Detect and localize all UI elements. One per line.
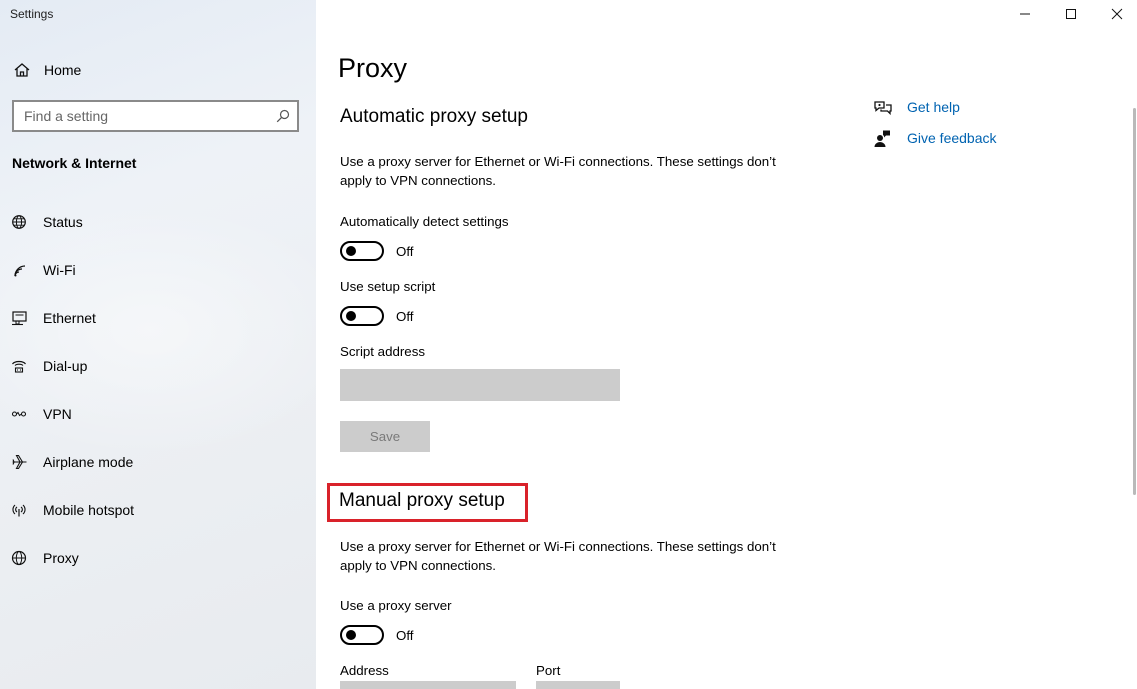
sidebar-item-airplane-mode[interactable]: Airplane mode [0,444,316,480]
globe-icon [11,550,27,566]
give-feedback-label: Give feedback [907,130,997,146]
port-input[interactable] [536,681,620,689]
maximize-button[interactable] [1048,0,1094,30]
app-title: Settings [10,7,54,21]
ethernet-icon [12,311,27,326]
sidebar-item-label: VPN [43,406,72,422]
sidebar-item-wifi[interactable]: Wi-Fi [0,252,316,288]
help-chat-icon [874,101,892,116]
port-label: Port [536,663,561,678]
dialup-icon [12,360,26,373]
use-proxy-label: Use a proxy server [340,598,452,613]
hotspot-icon [12,504,26,517]
automatic-proxy-heading: Automatic proxy setup [340,106,528,127]
auto-detect-state: Off [396,244,414,259]
minimize-icon [1020,13,1030,15]
sidebar-item-label: Wi-Fi [43,262,76,278]
home-icon [14,63,30,77]
airplane-icon [12,454,27,470]
settings-window: Settings Home Network & Internet [0,0,1137,689]
toggle-knob [346,311,356,321]
address-label: Address [340,663,389,678]
search-icon[interactable] [276,109,290,123]
auto-detect-label: Automatically detect settings [340,214,509,229]
search-box [12,100,299,132]
sidebar-item-label: Dial-up [43,358,88,374]
maximize-icon [1066,9,1076,19]
close-button[interactable] [1094,0,1137,30]
setup-script-toggle[interactable] [340,306,384,326]
sidebar-item-mobile-hotspot[interactable]: Mobile hotspot [0,492,316,528]
use-proxy-state: Off [396,628,414,643]
use-proxy-toggle[interactable] [340,625,384,645]
manual-proxy-description: Use a proxy server for Ethernet or Wi-Fi… [340,539,776,573]
sidebar-item-label: Mobile hotspot [43,502,135,518]
page-title: Proxy [338,53,408,83]
manual-proxy-heading: Manual proxy setup [339,490,505,511]
wifi-icon [14,265,26,277]
script-address-input[interactable] [340,369,620,401]
close-icon [1111,8,1123,20]
auto-detect-toggle[interactable] [340,241,384,261]
toggle-knob [346,246,356,256]
nav-home[interactable]: Home [0,54,316,86]
nav-home-label: Home [44,62,82,78]
save-button[interactable]: Save [340,421,430,452]
sidebar-item-ethernet[interactable]: Ethernet [0,300,316,336]
sidebar-item-dialup[interactable]: Dial-up [0,348,316,384]
minimize-button[interactable] [1002,0,1048,30]
section-title: Network & Internet [12,155,137,171]
address-input[interactable] [340,681,516,689]
sidebar-item-label: Proxy [43,550,79,566]
feedback-icon [874,130,890,147]
get-help-label: Get help [907,99,960,115]
setup-script-label: Use setup script [340,279,436,294]
search-input[interactable] [14,102,269,130]
sidebar-item-vpn[interactable]: VPN [0,396,316,432]
toggle-knob [346,630,356,640]
vpn-icon [11,411,27,417]
setup-script-state: Off [396,309,414,324]
automatic-proxy-description: Use a proxy server for Ethernet or Wi-Fi… [340,154,776,188]
sidebar-item-label: Airplane mode [43,454,134,470]
globe-status-icon [12,215,26,229]
scrollbar[interactable] [1133,108,1136,495]
sidebar: Settings Home Network & Internet [0,0,316,689]
sidebar-item-label: Ethernet [43,310,96,326]
sidebar-item-label: Status [43,214,83,230]
sidebar-item-status[interactable]: Status [0,204,316,240]
sidebar-item-proxy[interactable]: Proxy [0,540,316,576]
script-address-label: Script address [340,344,425,359]
